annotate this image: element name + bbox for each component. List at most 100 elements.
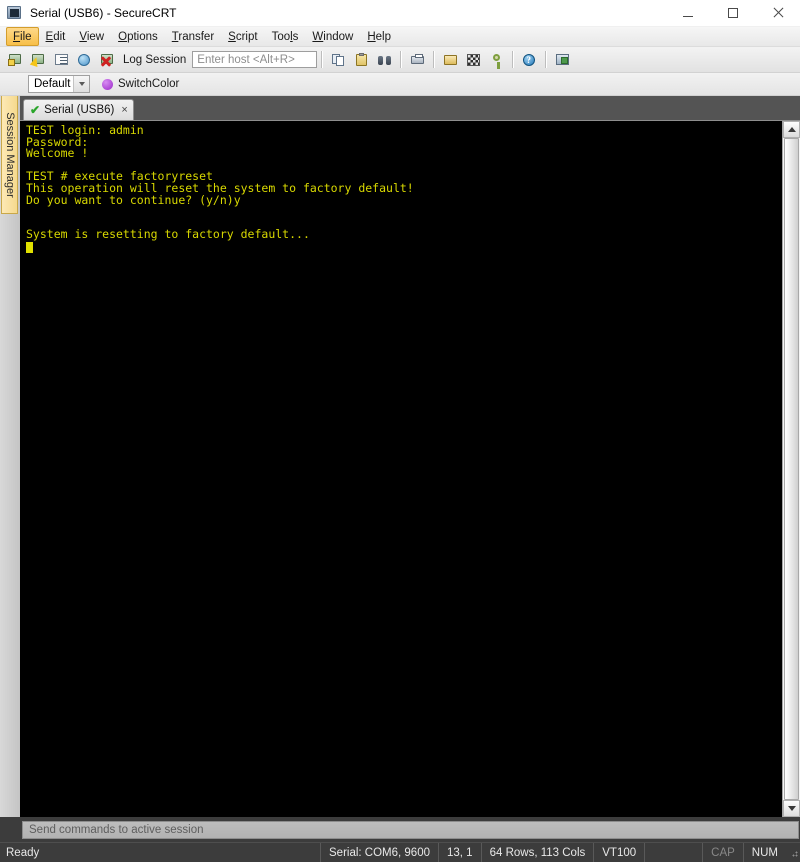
transfer-receive-button[interactable] <box>440 49 461 70</box>
scroll-up-button[interactable] <box>783 121 800 138</box>
profile-dropdown[interactable]: Default <box>28 75 90 93</box>
minimize-button[interactable] <box>665 0 710 26</box>
connect-sftp-tab-icon <box>77 52 93 68</box>
terminal-line: TEST login: admin <box>26 123 144 137</box>
menu-bar: File Edit View Options Transfer Script T… <box>0 27 800 47</box>
profile-value: Default <box>34 78 71 90</box>
session-options-icon <box>555 52 571 68</box>
connect-sftp-tab-button[interactable] <box>74 49 95 70</box>
scroll-up-icon <box>787 127 796 132</box>
quick-connect-button[interactable] <box>28 49 49 70</box>
scroll-down-icon <box>787 806 796 811</box>
status-connection: Serial: COM6, 9600 <box>320 843 438 862</box>
status-num-lock: NUM <box>742 843 786 862</box>
status-dimensions: 64 Rows, 113 Cols <box>480 843 594 862</box>
paste-button[interactable] <box>351 49 372 70</box>
menu-item-window[interactable]: Window <box>305 27 360 46</box>
toolbar-separator-5 <box>545 51 548 68</box>
sidebar-item-session-manager[interactable]: Session Manager <box>1 96 18 214</box>
menu-item-edit[interactable]: Edit <box>39 27 73 46</box>
maximize-button[interactable] <box>710 0 755 26</box>
tab-label: Serial (USB6) <box>44 104 115 116</box>
host-input[interactable]: Enter host <Alt+R> <box>192 51 318 68</box>
color-scheme-dot-icon <box>102 78 113 90</box>
key-icon <box>489 52 505 69</box>
command-input[interactable]: Send commands to active session <box>22 820 799 839</box>
session-column: ✔ Serial (USB6) × TEST login: admin Pass… <box>20 96 800 817</box>
resize-grip-icon[interactable] <box>786 843 800 862</box>
terminal-line: System is resetting to factory default..… <box>26 227 310 242</box>
transfer-receive-icon <box>443 52 459 68</box>
status-bar: Ready Serial: COM6, 9600 13, 1 64 Rows, … <box>0 842 800 862</box>
terminal-line: Do you want to continue? (y/n)y <box>26 192 241 207</box>
copy-button[interactable] <box>328 49 349 70</box>
window-controls <box>665 0 800 26</box>
session-options-button[interactable] <box>552 49 573 70</box>
menu-item-view[interactable]: View <box>72 27 111 46</box>
print-button[interactable] <box>407 49 428 70</box>
toolbar: Log Session Enter host <Alt+R> ? <box>0 47 800 73</box>
toolbar-separator-4 <box>512 51 515 68</box>
window-title: Serial (USB6) - SecureCRT <box>30 6 177 20</box>
menu-item-help[interactable]: Help <box>360 27 398 46</box>
connect-button[interactable] <box>5 49 26 70</box>
find-icon <box>377 52 393 68</box>
scrollbar-thumb[interactable] <box>784 138 799 800</box>
disconnect-button[interactable] <box>97 49 118 70</box>
print-icon <box>410 52 426 68</box>
minimize-icon <box>682 15 693 17</box>
main-area: Session Manager ✔ Serial (USB6) × TEST l… <box>0 96 800 817</box>
menu-item-transfer[interactable]: Transfer <box>165 27 221 46</box>
menu-item-file[interactable]: File <box>6 27 39 46</box>
status-caps-lock: CAP <box>702 843 743 862</box>
scrollbar-track[interactable] <box>783 138 800 800</box>
session-manager-sidebar: Session Manager <box>0 96 20 817</box>
terminal-screen[interactable]: TEST login: admin Password: Welcome ! TE… <box>20 121 782 817</box>
terminal-cursor-line <box>26 241 782 253</box>
terminal-cursor <box>26 241 33 253</box>
status-cursor-position: 13, 1 <box>438 843 481 862</box>
find-button[interactable] <box>374 49 395 70</box>
status-blank <box>644 843 702 862</box>
status-ready: Ready <box>6 846 40 859</box>
chevron-down-icon[interactable] <box>73 76 89 92</box>
app-terminal-icon <box>7 5 23 21</box>
quick-connect-icon <box>29 52 47 68</box>
disconnect-icon <box>100 52 116 68</box>
protocol-button[interactable] <box>463 49 484 70</box>
command-bar-container: Send commands to active session <box>0 817 800 842</box>
connected-check-icon: ✔ <box>30 103 41 117</box>
color-scheme-button[interactable]: SwitchColor <box>118 78 179 90</box>
scroll-down-button[interactable] <box>783 800 800 817</box>
session-toolbar: Default SwitchColor <box>0 73 800 96</box>
menu-item-options[interactable]: Options <box>111 27 165 46</box>
tab-bar: ✔ Serial (USB6) × <box>20 96 800 120</box>
menu-item-script[interactable]: Script <box>221 27 264 46</box>
key-button[interactable] <box>486 49 507 70</box>
terminal-area: TEST login: admin Password: Welcome ! TE… <box>20 120 800 817</box>
tab-serial-usb6[interactable]: ✔ Serial (USB6) × <box>23 99 134 120</box>
title-bar: Serial (USB6) - SecureCRT <box>0 0 800 27</box>
securecrt-window: Serial (USB6) - SecureCRT File Edit View… <box>0 0 800 862</box>
help-icon: ? <box>522 52 538 68</box>
toolbar-separator-2 <box>400 51 403 68</box>
help-button[interactable]: ? <box>519 49 540 70</box>
close-button[interactable] <box>755 0 800 26</box>
connect-icon <box>7 52 24 68</box>
session-manager-label: Session Manager <box>3 111 16 198</box>
close-icon <box>772 7 784 19</box>
toolbar-separator-3 <box>433 51 436 68</box>
toolbar-separator-1 <box>321 51 324 68</box>
status-emulation: VT100 <box>593 843 644 862</box>
menu-item-tools[interactable]: Tools <box>265 27 306 46</box>
terminal-line: Welcome ! <box>26 146 89 161</box>
connect-in-tab-button[interactable] <box>51 49 72 70</box>
vertical-scrollbar[interactable] <box>782 121 800 817</box>
copy-icon <box>331 52 347 68</box>
log-session-button[interactable]: Log Session <box>123 54 186 66</box>
tab-close-icon[interactable]: × <box>121 104 127 116</box>
terminal-line: Password: <box>26 134 89 149</box>
protocol-icon <box>466 52 482 68</box>
maximize-icon <box>727 8 738 18</box>
